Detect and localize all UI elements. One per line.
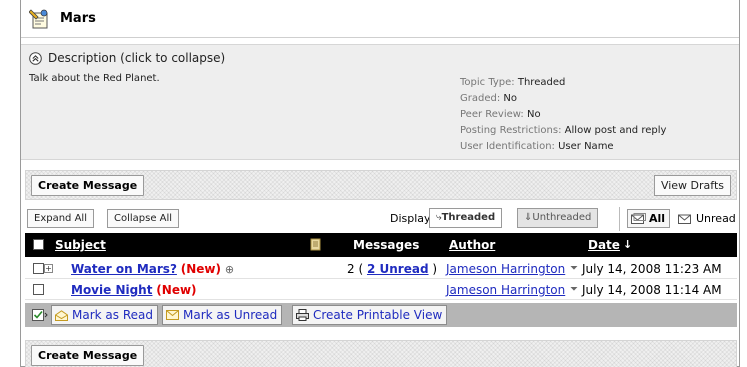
description-toggle[interactable]: Description (click to collapse) [29, 51, 225, 65]
row-checkbox[interactable] [33, 284, 44, 295]
row-checkbox[interactable] [33, 263, 44, 274]
toolbar-divider [619, 207, 620, 231]
description-text: Talk about the Red Planet. [29, 73, 160, 84]
create-printable-view-button[interactable]: Create Printable View [292, 305, 448, 325]
printer-icon [296, 309, 309, 321]
unthreaded-toggle[interactable]: ⇓Unthreaded [517, 208, 599, 228]
table-row[interactable]: + Water on Mars? (New) ⊕ 2 ( 2 Unread ) … [25, 259, 737, 279]
topic-title-bar: Mars [21, 0, 739, 38]
meta-topic-type: Topic Type: Threaded [460, 77, 566, 88]
author-contact-icon[interactable]: ⏷ [570, 263, 578, 274]
meta-user-identification: User Identification: User Name [460, 141, 614, 152]
table-row[interactable]: Movie Night (New) Jameson Harrington ⏷ J… [25, 280, 737, 300]
list-toolbar: Expand All Collapse All Display: ⤷Thread… [25, 207, 737, 231]
bottom-action-bar: Create Message [25, 340, 737, 367]
selection-checkbox-icon[interactable] [32, 309, 48, 321]
author-contact-icon[interactable]: ⏷ [570, 284, 578, 295]
meta-graded: Graded: No [460, 93, 518, 104]
meta-posting-restrictions: Posting Restrictions: Allow post and rep… [460, 125, 667, 136]
top-action-bar: Create Message View Drafts [25, 170, 737, 200]
meta-peer-review: Peer Review: No [460, 109, 541, 120]
closed-envelope-icon [166, 310, 179, 320]
author-link[interactable]: Jameson Harrington [446, 283, 565, 297]
topic-title: Mars [60, 11, 96, 26]
attachment-column-icon [310, 238, 321, 251]
expand-all-button[interactable]: Expand All [27, 209, 94, 228]
author-column-header[interactable]: Author [449, 238, 495, 252]
open-envelope-icon [55, 309, 68, 321]
mark-as-unread-button[interactable]: Mark as Unread [162, 305, 283, 325]
thread-expand-icon[interactable]: ⊕ [225, 263, 234, 276]
threaded-toggle[interactable]: ⤷Threaded [429, 208, 503, 228]
mark-as-read-button[interactable]: Mark as Read [51, 305, 158, 325]
author-link[interactable]: Jameson Harrington [446, 262, 565, 276]
filter-all-button[interactable]: All [627, 209, 671, 228]
unread-messages-icon [678, 214, 691, 224]
topic-icon [29, 8, 48, 28]
description-toggle-label[interactable]: Description (click to collapse) [48, 51, 225, 65]
message-subject[interactable]: Water on Mars? (New) ⊕ [71, 262, 234, 276]
message-count: 2 ( 2 Unread ) [347, 262, 438, 276]
filter-unread-button[interactable]: Unread [675, 209, 740, 228]
topic-metadata: Topic Type: Threaded Graded: No Peer Rev… [460, 75, 666, 155]
message-table-header: Subject Messages Author Date ↓ [25, 233, 737, 257]
message-date: July 14, 2008 11:14 AM [582, 283, 722, 297]
all-messages-icon [631, 213, 646, 224]
selection-action-bar: Mark as Read Mark as Unread Create Print… [25, 303, 737, 327]
discussion-topic-frame: Mars Description (click to collapse) Tal… [20, 0, 740, 367]
collapse-all-button[interactable]: Collapse All [107, 209, 180, 228]
display-label: Display: [390, 212, 434, 225]
sort-descending-icon: ↓ [623, 238, 633, 251]
subject-column-header[interactable]: Subject [55, 238, 106, 252]
messages-column-header: Messages [353, 238, 420, 252]
unread-count-link[interactable]: 2 Unread [367, 262, 429, 276]
message-subject[interactable]: Movie Night (New) [71, 283, 197, 297]
view-drafts-button[interactable]: View Drafts [653, 175, 731, 196]
create-message-button[interactable]: Create Message [31, 175, 145, 196]
collapse-icon[interactable] [29, 51, 42, 65]
date-column-header[interactable]: Date [588, 238, 620, 252]
message-date: July 14, 2008 11:23 AM [582, 262, 722, 276]
expand-thread-icon[interactable]: + [44, 264, 53, 273]
description-panel: Description (click to collapse) Talk abo… [21, 44, 739, 160]
create-message-button[interactable]: Create Message [31, 345, 145, 366]
select-all-checkbox[interactable] [33, 239, 44, 250]
